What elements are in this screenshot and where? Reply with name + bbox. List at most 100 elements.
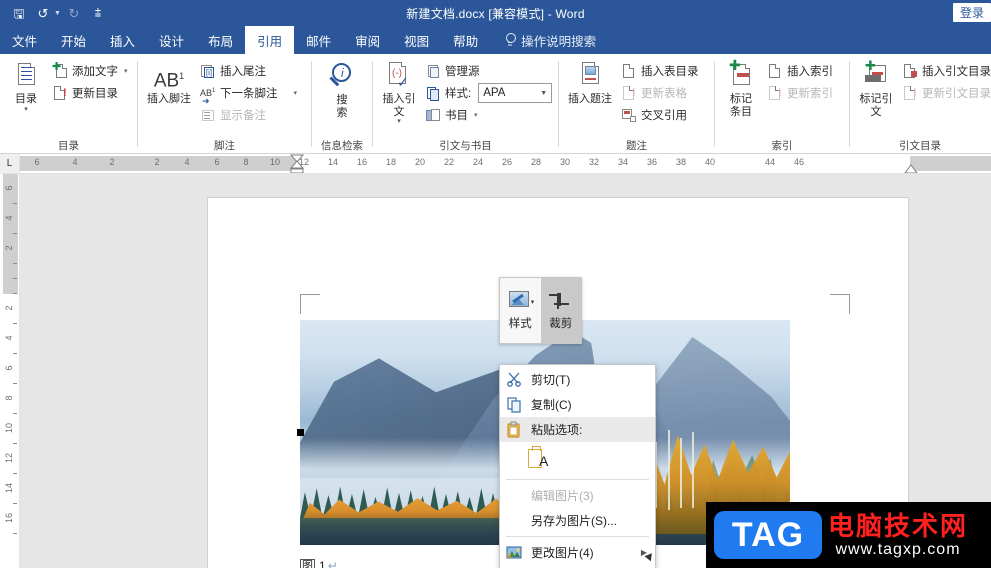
horizontal-ruler[interactable]: 6 4 2 2 4 6 8 10 12 14 16 18 20 22 24 26… [20,154,991,174]
ruler-tick: 10 [269,157,281,167]
bibliography-label: 书目 [445,110,468,122]
citation-style-row[interactable]: 样式: APA ▼ [421,82,556,104]
manage-sources-label: 管理源 [445,66,480,78]
context-menu-item-save-as-picture[interactable]: 另存为图片(S)... [500,508,655,533]
bibliography-icon [425,107,441,123]
insert-citation-button[interactable]: (-) ✓ 插入引文 ▾ [377,58,421,128]
update-toa-icon: ! [902,85,918,101]
insert-endnote-button[interactable]: [i] 插入尾注 [196,60,301,82]
context-menu-item-copy[interactable]: 复制(C) [500,392,655,417]
mini-toolbar-crop-button[interactable]: 裁剪 [540,278,581,343]
tab-home[interactable]: 开始 [49,26,98,54]
bibliography-button[interactable]: 书目 ▾ [421,104,556,126]
ruler-tick: 2 [109,157,115,167]
ribbon-group-captions: 插入题注 插入表目录 ! 更新表格 交叉引用 题注 [559,54,714,153]
tab-insert[interactable]: 插入 [98,26,147,54]
paste-option-keep-text-only[interactable]: A [500,442,655,476]
vruler-tick: 4 [4,215,14,221]
sign-in-button[interactable]: 登录 [952,3,991,22]
mark-citation-button[interactable]: ✚ 标记引文 [854,58,898,121]
picture-mini-toolbar[interactable]: ▾ 样式 裁剪 [499,277,582,344]
figure-caption[interactable]: 图 图 1 1 ↵ [300,550,338,568]
next-footnote-button[interactable]: AB1 ➜ 下一条脚注 ▾ [196,82,301,106]
mark-citation-icon: ✚ [861,59,891,91]
site-watermark: TAG 电脑技术网 www.tagxp.com [706,502,991,568]
scissors-icon [506,371,523,388]
insert-caption-button[interactable]: 插入题注 [563,58,617,109]
insert-footnote-label: 插入脚注 [147,93,191,106]
add-text-button[interactable]: ✚ 添加文字 ▾ [48,60,132,82]
tab-mailings[interactable]: 邮件 [294,26,343,54]
tab-help[interactable]: 帮助 [441,26,490,54]
insert-caption-icon [575,61,605,91]
vruler-tick: 16 [4,512,14,524]
insert-tof-label: 插入表目录 [641,66,699,78]
update-index-label: 更新索引 [787,88,833,100]
ribbon-group-index: ✚ 标记 条目 插入索引 ! 更新索引 索引 [715,54,849,153]
vruler-tick: 2 [4,245,14,251]
lightbulb-icon [504,33,517,47]
update-toc-button[interactable]: ! 更新目录 [48,82,132,104]
ruler-tick: 16 [356,157,368,167]
first-line-indent-marker[interactable] [290,154,304,174]
chevron-down-icon[interactable]: ▾ [531,298,535,306]
chevron-down-icon[interactable]: ▾ [294,89,298,97]
tell-me-search[interactable]: 操作说明搜索 [490,26,596,54]
tab-design[interactable]: 设计 [147,26,196,54]
mark-citation-label: 标记引文 [859,93,893,118]
chevron-down-icon[interactable]: ▾ [24,106,28,113]
ruler-tick: 24 [472,157,484,167]
tab-layout[interactable]: 布局 [196,26,245,54]
tab-file[interactable]: 文件 [0,26,49,54]
caption-label: 图 [300,558,315,568]
ruler-tick: 14 [327,157,339,167]
insert-index-button[interactable]: 插入索引 [763,60,837,82]
paragraph-mark-icon: ↵ [327,558,338,568]
mini-toolbar-style-button[interactable]: ▾ 样式 [500,278,541,343]
ribbon-group-research: i 搜 索 信息检索 [312,54,372,153]
citation-style-value: APA [483,87,506,99]
context-menu-item-cut[interactable]: 剪切(T) [500,367,655,392]
tab-stop-selector[interactable]: L [0,154,20,174]
insert-table-of-figures-button[interactable]: 插入表目录 [617,60,703,82]
vruler-tick: 6 [4,365,14,371]
keep-text-only-icon: A [528,446,550,471]
ruler-tick: 40 [704,157,716,167]
copy-icon [506,396,523,413]
insert-table-of-authorities-button[interactable]: 插入引文目录 [898,60,991,82]
right-indent-marker[interactable] [904,164,918,174]
chevron-down-icon[interactable]: ▾ [397,118,401,125]
cross-reference-label: 交叉引用 [641,110,687,122]
insert-footnote-button[interactable]: AB1 插入脚注 [142,58,196,109]
update-table-icon: ! [621,85,637,101]
chevron-down-icon[interactable]: ▾ [474,111,478,119]
page-title: 新建文档.docx [兼容模式] - Word [406,6,585,21]
smart-lookup-button[interactable]: i 搜 索 [320,58,364,122]
cross-reference-button[interactable]: 交叉引用 [617,104,703,126]
citation-style-select[interactable]: APA ▼ [478,83,553,103]
context-menu[interactable]: 剪切(T) 复制(C) 粘贴选项: A 编辑图片(3) 另存为图片(S)... … [499,364,656,568]
context-menu-item-change-picture[interactable]: 更改图片(4) ▶ [500,540,655,565]
context-menu-label: 更改图片(4) [531,546,594,560]
ruler-tick: 18 [385,157,397,167]
chevron-down-icon[interactable]: ▼ [540,90,547,97]
toc-icon [11,61,41,91]
toc-button[interactable]: 目录 ▾ [4,58,48,116]
tell-me-label: 操作说明搜索 [521,34,597,49]
vertical-ruler[interactable]: 6 4 2 2 4 6 8 10 12 14 16 [0,174,20,568]
context-menu-item-paste-options[interactable]: 粘贴选项: [500,417,655,442]
tab-references[interactable]: 引用 [245,26,295,54]
group-label-authorities: 引文目录 [899,140,941,152]
update-toc-icon: ! [52,85,68,101]
tab-review[interactable]: 审阅 [343,26,392,54]
ruler-tick: 28 [530,157,542,167]
tab-view[interactable]: 视图 [392,26,441,54]
ribbon-group-citations: (-) ✓ 插入引文 ▾ 管理源 样式: APA ▼ 书目 ▾ 引文与书目 [373,54,558,153]
chevron-down-icon[interactable]: ▾ [124,67,128,75]
mark-entry-button[interactable]: ✚ 标记 条目 [719,58,763,121]
show-notes-label: 显示备注 [220,110,266,122]
picture-selection-handle[interactable] [297,429,304,436]
update-table-label: 更新表格 [641,88,687,100]
citation-style-label: 样式: [445,88,472,100]
manage-sources-button[interactable]: 管理源 [421,60,556,82]
